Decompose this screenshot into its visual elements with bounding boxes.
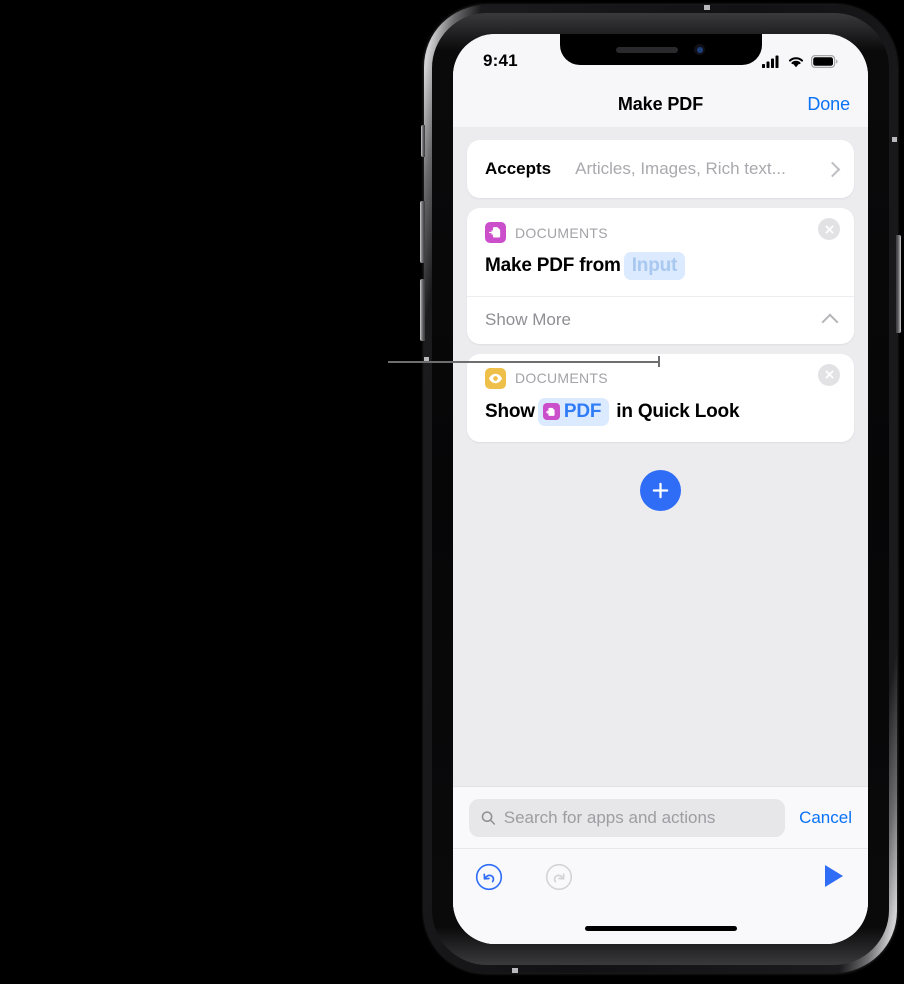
iphone-device-frame: 9:41 Make PDF Done Accepts Articles, Ima… [420, 5, 901, 973]
action-title-text-before: Show [485, 400, 535, 422]
run-shortcut-button[interactable] [822, 863, 846, 894]
action-title: Make PDF from Input [467, 243, 854, 296]
device-bezel: 9:41 Make PDF Done Accepts Articles, Ima… [432, 13, 889, 965]
undo-icon [475, 863, 503, 891]
home-indicator[interactable] [584, 926, 737, 931]
action-card-make-pdf[interactable]: DOCUMENTS Make PDF from Input Show More [467, 208, 854, 344]
done-button[interactable]: Done [807, 94, 850, 115]
action-title-text-after: in Quick Look [616, 400, 740, 422]
redo-icon [545, 863, 573, 891]
front-camera-icon [694, 44, 705, 55]
quick-look-eye-icon [485, 367, 506, 389]
action-card-quick-look[interactable]: DOCUMENTS Show PDF in Quick Look [467, 353, 854, 442]
action-header: DOCUMENTS [467, 354, 854, 389]
battery-icon [811, 54, 838, 68]
action-category-label: DOCUMENTS [515, 370, 608, 387]
chevron-right-icon [824, 161, 841, 177]
cancel-button[interactable]: Cancel [799, 808, 852, 828]
show-more-row[interactable]: Show More [467, 295, 854, 344]
search-icon [481, 810, 496, 825]
page-title: Make PDF [617, 94, 704, 114]
navigation-bar: Make PDF Done [453, 82, 868, 127]
shortcut-editor-content: Accepts Articles, Images, Rich text... D… [453, 127, 868, 944]
chevron-up-icon [821, 313, 839, 331]
play-icon [825, 865, 843, 887]
search-field[interactable] [469, 798, 786, 837]
callout-line-stroke [388, 361, 660, 363]
wifi-icon [788, 56, 804, 67]
redo-button[interactable] [545, 863, 573, 896]
accepts-row[interactable]: Accepts Articles, Images, Rich text... [467, 140, 854, 198]
silence-switch[interactable] [421, 125, 425, 157]
status-indicators [762, 54, 838, 68]
undo-button[interactable] [475, 863, 503, 896]
power-button[interactable] [896, 235, 901, 333]
callout-leader-line [388, 356, 660, 367]
notch [559, 34, 762, 65]
frame-antenna-seam [892, 137, 897, 142]
accepts-value: Articles, Images, Rich text... [575, 159, 786, 178]
variable-token-pdf[interactable]: PDF [537, 397, 610, 426]
close-circle-icon[interactable] [818, 218, 840, 240]
accepts-label: Accepts [485, 159, 552, 178]
show-more-label: Show More [485, 310, 571, 330]
volume-up-button[interactable] [420, 201, 425, 263]
signal-bars-icon [762, 55, 779, 68]
frame-antenna-seam [512, 968, 518, 973]
action-title-text: Make PDF from [485, 255, 621, 276]
add-action-row [453, 469, 868, 511]
variable-token-pdf-label: PDF [563, 400, 602, 422]
earpiece-speaker-icon [616, 46, 678, 53]
plus-icon [652, 482, 669, 498]
add-action-button[interactable] [640, 469, 681, 511]
action-header: DOCUMENTS [467, 208, 854, 243]
status-time: 9:41 [483, 51, 518, 70]
variable-token-input[interactable]: Input [623, 252, 686, 280]
action-title: Show PDF in Quick Look [467, 389, 854, 442]
frame-antenna-seam [704, 5, 710, 10]
callout-line-endpoint [658, 356, 660, 367]
close-circle-icon[interactable] [818, 363, 840, 386]
action-category-label: DOCUMENTS [515, 224, 608, 241]
search-input[interactable] [503, 807, 774, 828]
make-pdf-icon [485, 222, 506, 243]
volume-down-button[interactable] [420, 279, 425, 341]
device-screen: 9:41 Make PDF Done Accepts Articles, Ima… [453, 34, 868, 944]
search-bar: Cancel [453, 786, 868, 848]
pdf-file-icon [542, 403, 560, 421]
